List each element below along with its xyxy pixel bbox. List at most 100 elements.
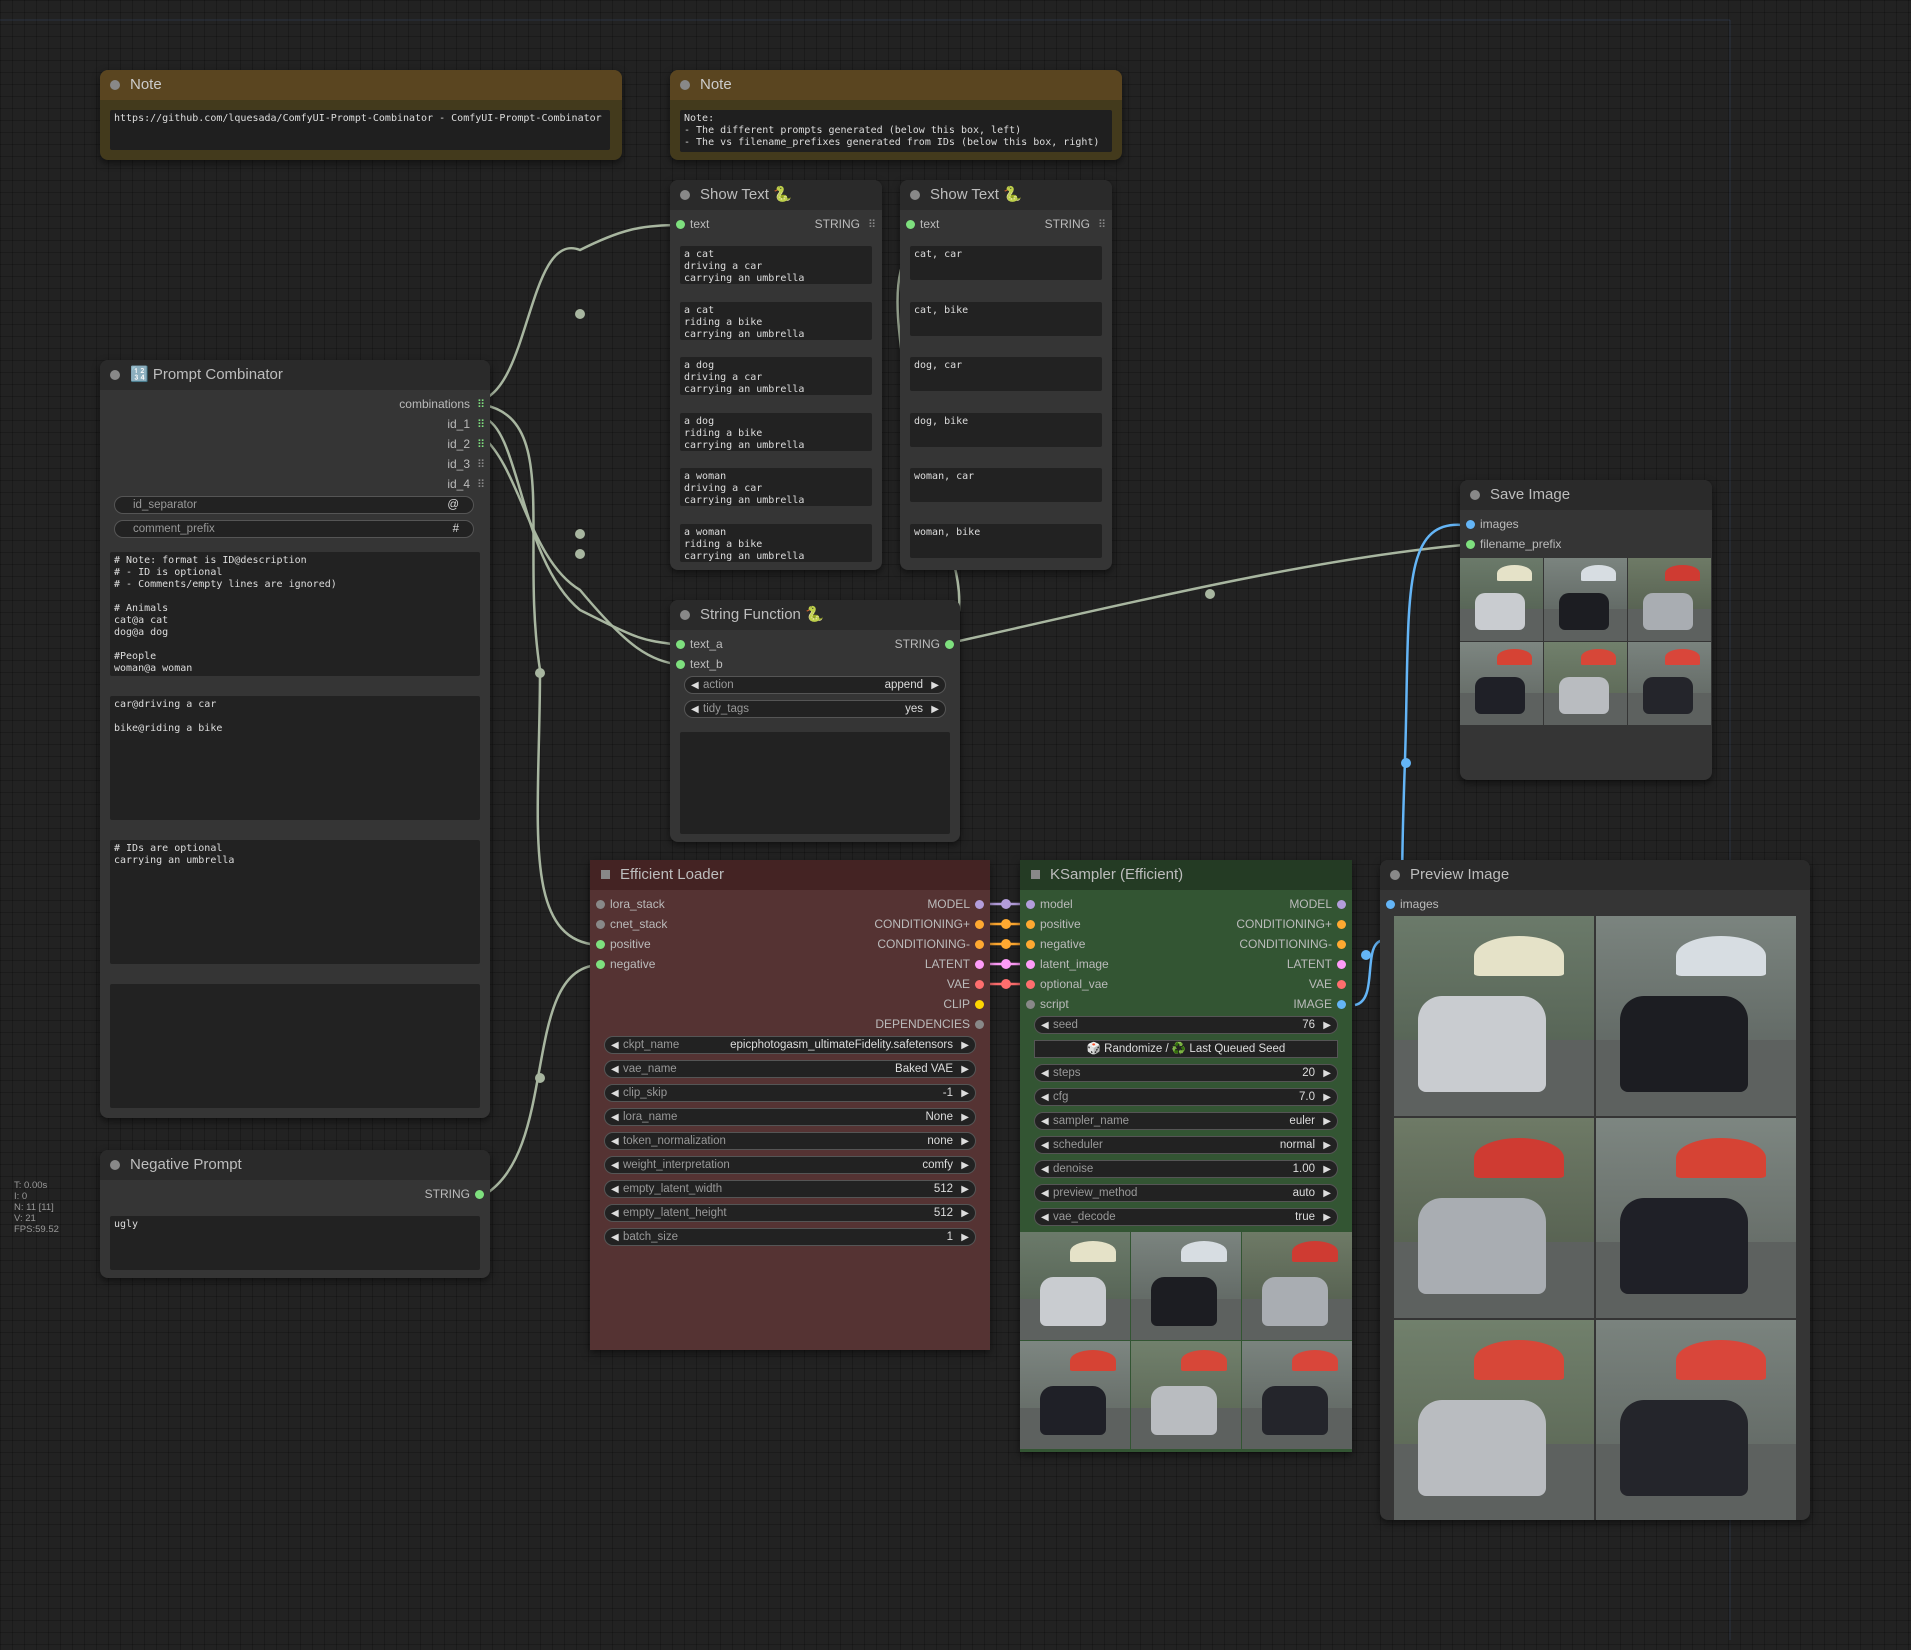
prompt-textarea-1[interactable]: # Note: format is ID@description # - ID … <box>110 552 480 676</box>
decrement-arrow-icon[interactable]: ◀ <box>1041 1090 1049 1105</box>
text-output-3[interactable]: dog, car <box>910 357 1102 391</box>
text-output-6[interactable]: woman, bike <box>910 524 1102 558</box>
decrement-arrow-icon[interactable]: ◀ <box>611 1206 619 1221</box>
decrement-arrow-icon[interactable]: ◀ <box>611 1158 619 1173</box>
increment-arrow-icon[interactable]: ▶ <box>931 678 939 693</box>
decrement-arrow-icon[interactable]: ◀ <box>1041 1162 1049 1177</box>
tidy-tags-select[interactable]: ◀ tidy_tags yes ▶ <box>684 700 946 718</box>
input-slot-text[interactable] <box>676 220 685 229</box>
note-title[interactable]: Note <box>670 70 1122 100</box>
input-slot-text-a[interactable] <box>676 640 685 649</box>
node-title[interactable]: String Function 🐍 <box>670 600 960 630</box>
output-slot-latent[interactable] <box>975 960 984 969</box>
node-title[interactable]: Show Text 🐍 <box>670 180 882 210</box>
image-thumbnail-woman-car[interactable] <box>1131 1341 1241 1449</box>
ksampler-image-grid[interactable] <box>1020 1232 1352 1450</box>
input-slot-text[interactable] <box>906 220 915 229</box>
increment-arrow-icon[interactable]: ▶ <box>961 1110 969 1125</box>
text-output-1[interactable]: a cat driving a car carrying an umbrella <box>680 246 872 284</box>
preview-thumbnail-cat-car[interactable] <box>1394 916 1594 1116</box>
output-slot-vae[interactable] <box>1337 980 1346 989</box>
preview-method-select[interactable]: ◀ preview_method auto ▶ <box>1034 1184 1338 1202</box>
lora-name-select[interactable]: ◀ lora_name None ▶ <box>604 1108 976 1126</box>
preview-thumbnail-woman-bike[interactable] <box>1596 1320 1796 1520</box>
image-thumbnail-dog-car[interactable] <box>1242 1232 1352 1340</box>
image-thumbnail-woman-car[interactable] <box>1544 642 1627 725</box>
input-slot-cnet-stack[interactable] <box>596 920 605 929</box>
string-function-node[interactable]: String Function 🐍 text_a text_b STRING ◀… <box>670 600 960 842</box>
node-title[interactable]: Negative Prompt <box>100 1150 490 1180</box>
prompt-textarea-3[interactable]: # IDs are optional carrying an umbrella <box>110 840 480 964</box>
increment-arrow-icon[interactable]: ▶ <box>961 1134 969 1149</box>
input-slot-optional-vae[interactable] <box>1026 980 1035 989</box>
output-slot-dependencies[interactable] <box>975 1020 984 1029</box>
input-slot-positive[interactable] <box>1026 920 1035 929</box>
negative-prompt-textarea[interactable]: ugly <box>110 1216 480 1270</box>
action-select[interactable]: ◀ action append ▶ <box>684 676 946 694</box>
image-thumbnail-cat-car[interactable] <box>1460 558 1543 641</box>
image-thumbnail-woman-bike[interactable] <box>1242 1341 1352 1449</box>
output-slot-clip[interactable] <box>975 1000 984 1009</box>
input-slot-images[interactable] <box>1386 900 1395 909</box>
increment-arrow-icon[interactable]: ▶ <box>961 1182 969 1197</box>
node-title[interactable]: 🔢 Prompt Combinator <box>100 360 490 390</box>
text-output-4[interactable]: dog, bike <box>910 413 1102 447</box>
id-separator-field[interactable]: id_separator @ <box>114 496 474 514</box>
save-image-grid[interactable] <box>1460 558 1712 726</box>
node-title[interactable]: Preview Image <box>1380 860 1810 890</box>
input-slot-script[interactable] <box>1026 1000 1035 1009</box>
decrement-arrow-icon[interactable]: ◀ <box>1041 1138 1049 1153</box>
text-output-2[interactable]: cat, bike <box>910 302 1102 336</box>
grid-icon[interactable]: ⠿ <box>1098 218 1106 231</box>
save-image-node[interactable]: Save Image images filename_prefix <box>1460 480 1712 780</box>
grid-icon[interactable]: ⠿ <box>868 218 876 231</box>
output-slot-conditioning-plus[interactable] <box>975 920 984 929</box>
grid-icon[interactable]: ⠿ <box>477 458 485 471</box>
increment-arrow-icon[interactable]: ▶ <box>1323 1018 1331 1033</box>
text-output-5[interactable]: a woman driving a car carrying an umbrel… <box>680 468 872 506</box>
seed-stepper[interactable]: ◀ seed 76 ▶ <box>1034 1016 1338 1034</box>
decrement-arrow-icon[interactable]: ◀ <box>1041 1186 1049 1201</box>
node-title[interactable]: Save Image <box>1460 480 1712 510</box>
output-slot-vae[interactable] <box>975 980 984 989</box>
increment-arrow-icon[interactable]: ▶ <box>1323 1090 1331 1105</box>
text-output-6[interactable]: a woman riding a bike carrying an umbrel… <box>680 524 872 562</box>
text-output-5[interactable]: woman, car <box>910 468 1102 502</box>
increment-arrow-icon[interactable]: ▶ <box>1323 1066 1331 1081</box>
decrement-arrow-icon[interactable]: ◀ <box>1041 1018 1049 1033</box>
preview-thumbnail-dog-bike[interactable] <box>1596 1118 1796 1318</box>
output-slot-conditioning-minus[interactable] <box>975 940 984 949</box>
input-slot-negative[interactable] <box>1026 940 1035 949</box>
text-output-4[interactable]: a dog riding a bike carrying an umbrella <box>680 413 872 451</box>
input-slot-latent-image[interactable] <box>1026 960 1035 969</box>
efficient-loader-node[interactable]: Efficient Loader lora_stack cnet_stack p… <box>590 860 990 1350</box>
input-slot-model[interactable] <box>1026 900 1035 909</box>
decrement-arrow-icon[interactable]: ◀ <box>1041 1114 1049 1129</box>
token-normalization-select[interactable]: ◀ token_normalization none ▶ <box>604 1132 976 1150</box>
empty-latent-height-stepper[interactable]: ◀ empty_latent_height 512 ▶ <box>604 1204 976 1222</box>
image-thumbnail-dog-car[interactable] <box>1628 558 1711 641</box>
node-title[interactable]: KSampler (Efficient) <box>1020 860 1352 890</box>
sampler-name-select[interactable]: ◀ sampler_name euler ▶ <box>1034 1112 1338 1130</box>
prompt-combinator-node[interactable]: 🔢 Prompt Combinator combinations id_1 id… <box>100 360 490 1118</box>
text-output-1[interactable]: cat, car <box>910 246 1102 280</box>
show-text-node-1[interactable]: Show Text 🐍 text STRING ⠿ a cat driving … <box>670 180 882 570</box>
note-node-1[interactable]: Note https://github.com/lquesada/ComfyUI… <box>100 70 622 160</box>
increment-arrow-icon[interactable]: ▶ <box>931 702 939 717</box>
increment-arrow-icon[interactable]: ▶ <box>961 1062 969 1077</box>
decrement-arrow-icon[interactable]: ◀ <box>611 1086 619 1101</box>
preview-thumbnail-cat-bike[interactable] <box>1596 916 1796 1116</box>
increment-arrow-icon[interactable]: ▶ <box>1323 1162 1331 1177</box>
image-thumbnail-dog-bike[interactable] <box>1460 642 1543 725</box>
string-result-textarea[interactable] <box>680 732 950 834</box>
image-thumbnail-woman-bike[interactable] <box>1628 642 1711 725</box>
increment-arrow-icon[interactable]: ▶ <box>961 1230 969 1245</box>
grid-icon[interactable]: ⠿ <box>477 398 485 411</box>
input-slot-negative[interactable] <box>596 960 605 969</box>
decrement-arrow-icon[interactable]: ◀ <box>611 1134 619 1149</box>
output-slot-conditioning-minus[interactable] <box>1337 940 1346 949</box>
decrement-arrow-icon[interactable]: ◀ <box>611 1062 619 1077</box>
output-slot-model[interactable] <box>1337 900 1346 909</box>
preview-image-node[interactable]: Preview Image images <box>1380 860 1810 1520</box>
increment-arrow-icon[interactable]: ▶ <box>1323 1138 1331 1153</box>
